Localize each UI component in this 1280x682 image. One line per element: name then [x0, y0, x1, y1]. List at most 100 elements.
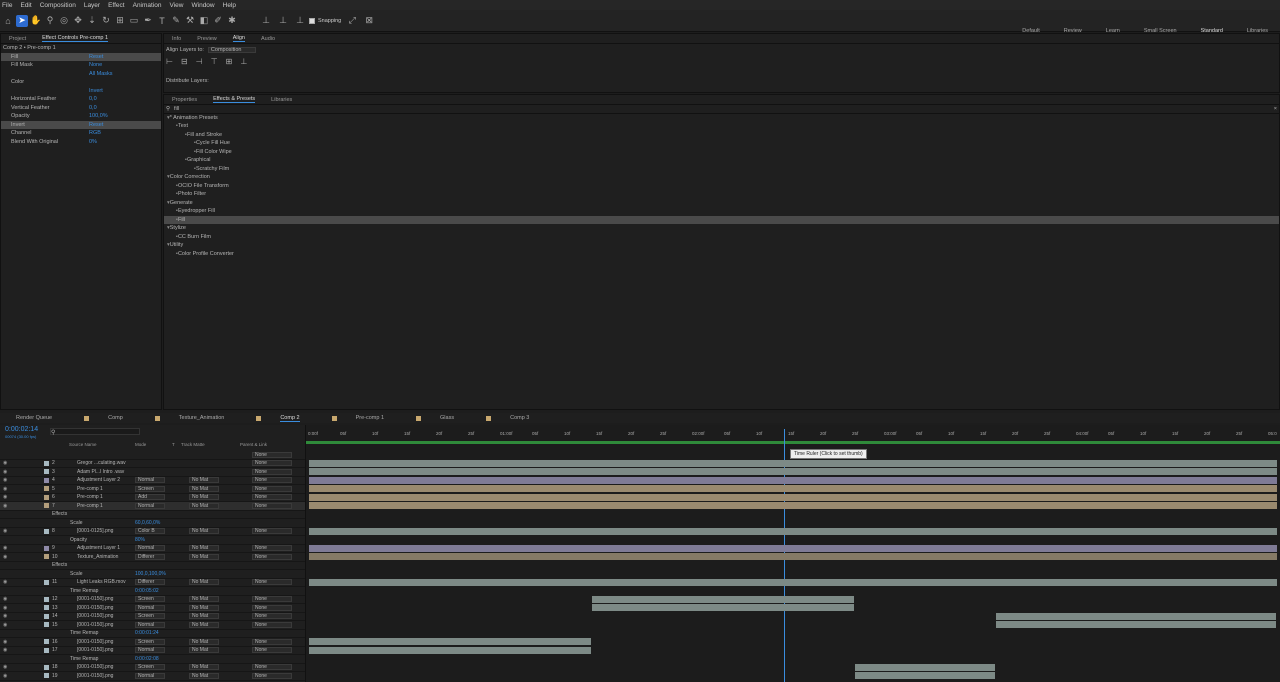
- tab-texture-animation[interactable]: Texture_Animation: [147, 415, 233, 421]
- type-tool-icon[interactable]: T: [156, 15, 168, 27]
- ec-value[interactable]: Reset: [89, 54, 103, 60]
- property-value[interactable]: 0:00:01:24: [135, 630, 159, 636]
- layer-row[interactable]: ◉ 16 [0001-0150].png Screen No Mat None: [0, 638, 305, 647]
- visibility-icon[interactable]: ◉: [3, 486, 7, 492]
- menu-item-layer[interactable]: Layer: [84, 2, 100, 9]
- dolly-tool-icon[interactable]: ⇣: [86, 15, 98, 27]
- menu-item-animation[interactable]: Animation: [133, 2, 162, 9]
- parent-dropdown[interactable]: None: [252, 553, 292, 560]
- parent-dropdown[interactable]: None: [252, 477, 292, 484]
- track-matte-dropdown[interactable]: No Mat: [189, 647, 219, 654]
- layer-bar[interactable]: [309, 493, 1277, 501]
- world-axis-icon[interactable]: ⊥: [277, 15, 289, 27]
- label-color-icon[interactable]: [44, 460, 49, 466]
- track-matte-dropdown[interactable]: No Mat: [189, 553, 219, 560]
- time-ruler[interactable]: 0:00f 05f 10f 15f 20f 25f 01:00f 05f 10f 15f 20f 25…: [306, 431, 1280, 440]
- effects-list-item[interactable]: ▪ Scratchy Film: [164, 165, 1279, 174]
- menu-item-edit[interactable]: Edit: [20, 2, 31, 9]
- timeline-track-area[interactable]: 0:00f 05f 10f 15f 20f 25f 01:00f 05f 10f 15f 20f 25…: [305, 425, 1280, 682]
- layer-bar[interactable]: [855, 663, 995, 671]
- menu-item-help[interactable]: Help: [223, 2, 236, 9]
- visibility-icon[interactable]: ◉: [3, 469, 7, 475]
- track-matte-dropdown[interactable]: No Mat: [189, 621, 219, 628]
- pan-behind-tool-icon[interactable]: ⊞: [114, 15, 126, 27]
- mode-dropdown[interactable]: Normal: [135, 647, 165, 654]
- selection-tool-icon[interactable]: ➤: [16, 14, 28, 27]
- orbit-tool-icon[interactable]: ◎: [58, 15, 70, 27]
- tab-properties[interactable]: Properties: [172, 97, 197, 103]
- layer-bar[interactable]: [309, 638, 591, 645]
- tab-align[interactable]: Align: [232, 35, 245, 42]
- visibility-icon[interactable]: ◉: [3, 664, 7, 670]
- label-color-icon[interactable]: [44, 494, 49, 500]
- parent-dropdown[interactable]: None: [252, 638, 292, 645]
- view-axis-icon[interactable]: ⊥: [294, 15, 306, 27]
- track-matte-dropdown[interactable]: No Mat: [189, 579, 219, 586]
- visibility-icon[interactable]: ◉: [3, 579, 7, 585]
- visibility-icon[interactable]: ◉: [3, 622, 7, 628]
- layer-bar[interactable]: [996, 612, 1276, 620]
- mode-dropdown[interactable]: Normal: [135, 621, 165, 628]
- mode-dropdown[interactable]: Screen: [135, 664, 165, 671]
- layer-row[interactable]: ◉ 4 Adjustment Layer 2 Normal No Mat None: [0, 477, 305, 485]
- layer-row[interactable]: ◉ 6 Pre-comp 1 Add No Mat None: [0, 494, 305, 502]
- visibility-icon[interactable]: ◉: [3, 477, 7, 483]
- rectangle-tool-icon[interactable]: ▭: [128, 15, 140, 27]
- puppet-tool-icon[interactable]: ✱: [226, 15, 238, 27]
- parent-dropdown[interactable]: None: [252, 528, 292, 535]
- layer-row[interactable]: ◉ 5 Pre-comp 1 Screen No Mat None: [0, 485, 305, 494]
- tab-audio[interactable]: Audio: [261, 36, 275, 42]
- visibility-icon[interactable]: ◉: [3, 613, 7, 619]
- layer-row[interactable]: ◉ 2 Gregor ...culating.wav None: [0, 460, 305, 468]
- track-matte-dropdown[interactable]: No Mat: [189, 485, 219, 492]
- parent-dropdown[interactable]: None: [252, 460, 292, 467]
- mode-dropdown[interactable]: Screen: [135, 638, 165, 645]
- label-color-icon[interactable]: [44, 613, 49, 619]
- label-color-icon[interactable]: [44, 545, 49, 551]
- effects-list-item[interactable]: ▪ Fill: [164, 215, 1279, 224]
- label-color-icon[interactable]: [44, 664, 49, 670]
- visibility-icon[interactable]: ◉: [3, 605, 7, 611]
- layer-bar[interactable]: [309, 578, 1277, 586]
- layer-bar[interactable]: [309, 553, 1277, 560]
- mode-dropdown[interactable]: Normal: [135, 502, 165, 509]
- snap-options-icon[interactable]: ⤢: [346, 15, 358, 27]
- tab-render-queue[interactable]: Render Queue: [8, 415, 60, 421]
- tab-pre-comp-1[interactable]: Pre-comp 1: [324, 415, 392, 421]
- layer-row[interactable]: ◉ 15 [0001-0150].png Normal No Mat None: [0, 621, 305, 630]
- parent-dropdown[interactable]: None: [252, 451, 292, 458]
- snap-grid-icon[interactable]: ⊠: [363, 15, 375, 27]
- menu-item-file[interactable]: File: [2, 2, 12, 9]
- visibility-icon[interactable]: ◉: [3, 494, 7, 500]
- roto-brush-tool-icon[interactable]: ✐: [212, 15, 224, 27]
- align-left-icon[interactable]: ⊢: [166, 57, 173, 66]
- mode-dropdown[interactable]: Differer: [135, 553, 165, 560]
- label-color-icon[interactable]: [44, 554, 49, 560]
- menu-item-window[interactable]: Window: [192, 2, 215, 9]
- track-matte-dropdown[interactable]: No Mat: [189, 528, 219, 535]
- visibility-icon[interactable]: ◉: [3, 596, 7, 602]
- tab-effect-controls[interactable]: Effect Controls Pre-comp 1: [42, 35, 109, 42]
- layer-row[interactable]: ◉ 3 Adam Pl...l Intro .wav None: [0, 468, 305, 477]
- label-color-icon[interactable]: [44, 477, 49, 483]
- effects-list-item[interactable]: ▪ Cycle Fill Hue: [164, 139, 1279, 148]
- label-color-icon[interactable]: [44, 639, 49, 645]
- layer-row[interactable]: ◉ 9 Adjustment Layer 1 Normal No Mat None: [0, 545, 305, 553]
- effects-list-item[interactable]: ▪ Graphical: [164, 156, 1279, 165]
- layer-bar[interactable]: [309, 476, 1277, 484]
- parent-dropdown[interactable]: None: [252, 468, 292, 475]
- parent-dropdown[interactable]: None: [252, 485, 292, 492]
- label-color-icon[interactable]: [44, 647, 49, 653]
- timeline-search-input[interactable]: ⚲: [50, 428, 140, 436]
- label-color-icon[interactable]: [44, 503, 49, 509]
- align-right-icon[interactable]: ⊣: [196, 57, 203, 66]
- property-value[interactable]: 60,0,60,0%: [135, 520, 160, 526]
- layer-row[interactable]: ◉ 13 [0001-0150].png Normal No Mat None: [0, 604, 305, 613]
- track-matte-dropdown[interactable]: No Mat: [189, 638, 219, 645]
- effects-list-item[interactable]: ▪ Photo Filter: [164, 190, 1279, 199]
- effects-list-item[interactable]: ▪ CC Burn Film: [164, 233, 1279, 242]
- layer-bar[interactable]: [309, 527, 1277, 535]
- visibility-icon[interactable]: ◉: [3, 673, 7, 679]
- parent-dropdown[interactable]: None: [252, 502, 292, 509]
- parent-dropdown[interactable]: None: [252, 579, 292, 586]
